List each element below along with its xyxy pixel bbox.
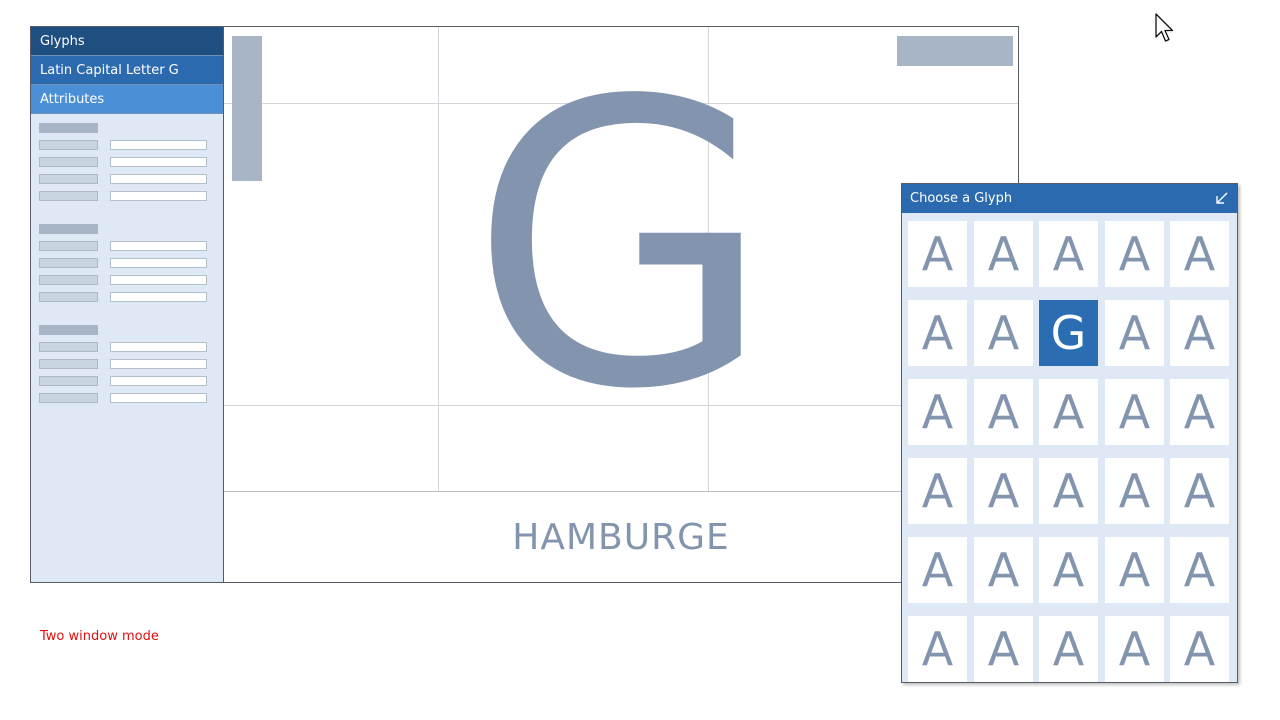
glyph-cell[interactable]: A: [974, 537, 1033, 603]
attribute-input[interactable]: [110, 241, 207, 251]
attribute-group-heading: [39, 123, 98, 133]
attribute-row: [39, 292, 215, 309]
glyph-cell[interactable]: A: [1039, 616, 1098, 682]
attribute-label: [39, 191, 98, 201]
glyph-cell[interactable]: A: [908, 221, 967, 287]
attribute-label: [39, 174, 98, 184]
attribute-row: [39, 342, 215, 359]
glyph-cell[interactable]: A: [974, 221, 1033, 287]
glyph-cell[interactable]: A: [908, 616, 967, 682]
attribute-input[interactable]: [110, 292, 207, 302]
glyph-cell[interactable]: A: [1170, 458, 1229, 524]
mode-label: Two window mode: [40, 629, 159, 644]
glyph-cell[interactable]: A: [1170, 379, 1229, 445]
preview-text: HAMBURGE: [512, 517, 730, 558]
glyph-cell[interactable]: A: [908, 379, 967, 445]
attribute-input[interactable]: [110, 174, 207, 184]
glyph-cell[interactable]: A: [908, 458, 967, 524]
glyph-cell[interactable]: A: [1170, 221, 1229, 287]
glyph-cell[interactable]: A: [1039, 379, 1098, 445]
attribute-row: [39, 275, 215, 292]
attribute-label: [39, 140, 98, 150]
attribute-row: [39, 359, 215, 376]
sidebar: Glyphs Latin Capital Letter G Attributes: [31, 27, 224, 582]
attribute-row: [39, 376, 215, 393]
glyph-cell[interactable]: A: [974, 616, 1033, 682]
main-window: Glyphs Latin Capital Letter G Attributes: [30, 26, 1019, 583]
attribute-groups: [39, 123, 215, 426]
attribute-row: [39, 140, 215, 157]
attribute-input[interactable]: [110, 342, 207, 352]
glyph-cell[interactable]: A: [1039, 221, 1098, 287]
attribute-row: [39, 241, 215, 258]
attribute-label: [39, 292, 98, 302]
attribute-group-heading: [39, 325, 98, 335]
attribute-input[interactable]: [110, 359, 207, 369]
attribute-row: [39, 258, 215, 275]
attribute-group-heading: [39, 224, 98, 234]
mouse-cursor-icon: [1155, 13, 1174, 42]
chooser-titlebar[interactable]: Choose a Glyph: [902, 184, 1237, 213]
attribute-label: [39, 275, 98, 285]
glyph-cell[interactable]: A: [1039, 537, 1098, 603]
glyph-cell[interactable]: A: [1105, 537, 1164, 603]
glyph-cell[interactable]: A: [908, 537, 967, 603]
glyph-cell[interactable]: A: [1170, 616, 1229, 682]
attribute-label: [39, 359, 98, 369]
glyph-cell[interactable]: A: [908, 300, 967, 366]
glyphs-header[interactable]: Glyphs: [31, 27, 223, 56]
chooser-title: Choose a Glyph: [910, 191, 1013, 206]
attribute-label: [39, 258, 98, 268]
attribute-group: [39, 224, 215, 309]
attribute-label: [39, 393, 98, 403]
attribute-row: [39, 191, 215, 208]
glyph-cell[interactable]: A: [1105, 379, 1164, 445]
attribute-row: [39, 157, 215, 174]
glyph-cell[interactable]: A: [1039, 458, 1098, 524]
glyph-cell[interactable]: A: [1105, 458, 1164, 524]
horizontal-ruler[interactable]: [897, 36, 1013, 66]
attribute-label: [39, 376, 98, 386]
glyph-cell[interactable]: A: [1170, 537, 1229, 603]
glyph-cell[interactable]: A: [1105, 300, 1164, 366]
glyph-chooser-window: Choose a Glyph AAAAAAAGAAAAAAAAAAAAAAAAA…: [901, 183, 1238, 683]
glyph-cell[interactable]: A: [1170, 300, 1229, 366]
attribute-input[interactable]: [110, 376, 207, 386]
preview-area: HAMBURGE: [224, 493, 1018, 582]
attribute-input[interactable]: [110, 275, 207, 285]
glyph-canvas[interactable]: G: [224, 27, 1018, 492]
attribute-input[interactable]: [110, 157, 207, 167]
glyph-cell[interactable]: A: [1105, 221, 1164, 287]
attribute-input[interactable]: [110, 140, 207, 150]
attributes-header[interactable]: Attributes: [31, 85, 223, 114]
collapse-arrow-icon[interactable]: [1214, 191, 1229, 206]
glyph-cell[interactable]: A: [1105, 616, 1164, 682]
attribute-group: [39, 325, 215, 410]
attribute-input[interactable]: [110, 258, 207, 268]
attribute-group: [39, 123, 215, 208]
attribute-label: [39, 241, 98, 251]
glyph-cell[interactable]: A: [974, 300, 1033, 366]
selected-glyph-name[interactable]: Latin Capital Letter G: [31, 56, 223, 85]
glyph-cell[interactable]: A: [974, 458, 1033, 524]
glyph-outline[interactable]: G: [224, 51, 1018, 443]
attribute-label: [39, 342, 98, 352]
glyph-cell[interactable]: A: [974, 379, 1033, 445]
glyph-cell-selected[interactable]: G: [1039, 300, 1098, 366]
attribute-row: [39, 393, 215, 410]
attribute-label: [39, 157, 98, 167]
attribute-input[interactable]: [110, 393, 207, 403]
attribute-row: [39, 174, 215, 191]
attribute-input[interactable]: [110, 191, 207, 201]
